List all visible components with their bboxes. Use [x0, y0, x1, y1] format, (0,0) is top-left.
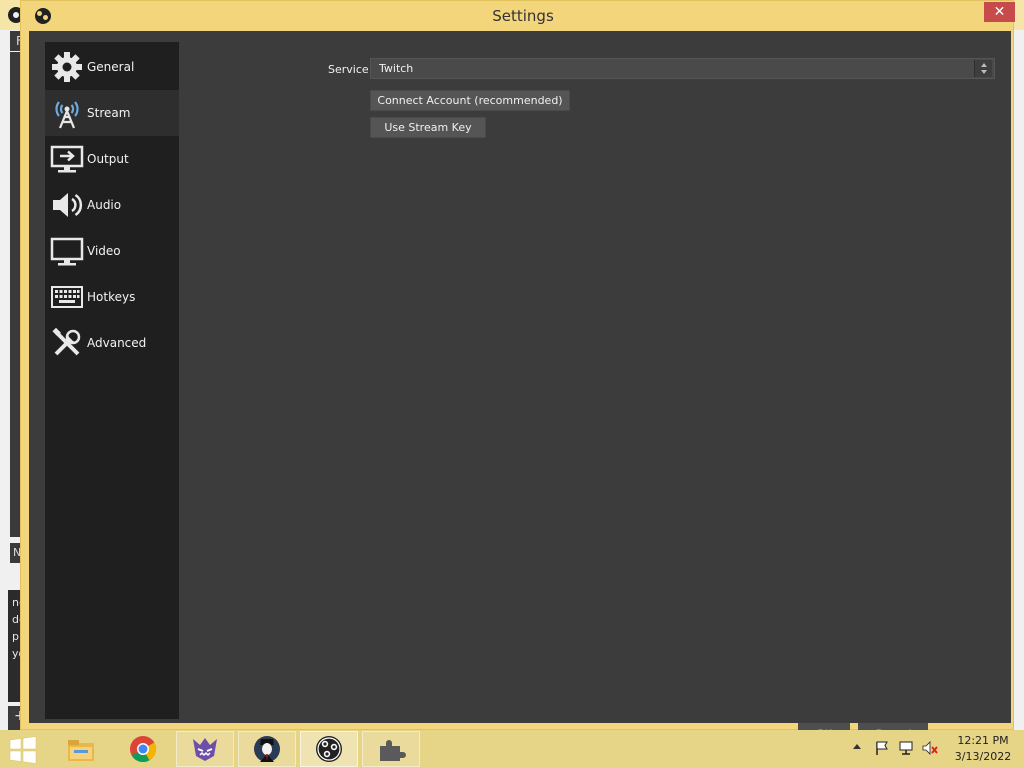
sidebar-item-label: Advanced — [87, 336, 147, 350]
speaker-icon — [47, 185, 87, 225]
purple-cat-app-icon[interactable] — [176, 731, 234, 767]
sidebar-item-stream[interactable]: Stream — [45, 90, 179, 136]
keyboard-icon — [47, 277, 87, 317]
sidebar-item-label: Audio — [87, 198, 122, 212]
service-select[interactable]: Twitch — [370, 58, 995, 79]
taskbar-clock[interactable]: 12:21 PM 3/13/2022 — [950, 733, 1016, 765]
clock-date: 3/13/2022 — [954, 750, 1012, 763]
dialog-title: Settings — [492, 7, 554, 25]
volume-muted-icon[interactable] — [922, 740, 938, 756]
sidebar-item-audio[interactable]: Audio — [45, 182, 179, 228]
dialog-body: General Stream Output Audio Video Hotkey… — [29, 31, 1011, 723]
chevron-updown-icon[interactable] — [974, 60, 992, 77]
close-button[interactable]: ✕ — [984, 2, 1015, 22]
monitor-icon — [47, 231, 87, 271]
clock-time: 12:21 PM — [957, 734, 1009, 747]
settings-dialog: Settings ✕ General Stream Output Audio V… — [20, 0, 1015, 730]
chrome-icon[interactable] — [114, 731, 172, 767]
service-label: Service — [328, 63, 369, 76]
settings-sidebar: General Stream Output Audio Video Hotkey… — [45, 42, 179, 719]
output-monitor-icon — [47, 139, 87, 179]
file-explorer-icon[interactable] — [52, 731, 110, 767]
tray-expand-icon[interactable] — [853, 744, 861, 749]
dialog-titlebar[interactable]: Settings ✕ — [21, 1, 1015, 31]
sidebar-item-hotkeys[interactable]: Hotkeys — [45, 274, 179, 320]
sidebar-item-label: Video — [87, 244, 121, 258]
gear-icon — [47, 47, 87, 87]
obs-icon[interactable] — [300, 731, 358, 767]
sidebar-item-output[interactable]: Output — [45, 136, 179, 182]
windows-start-icon[interactable] — [8, 736, 38, 764]
sidebar-item-label: Output — [87, 152, 129, 166]
connect-account-button[interactable]: Connect Account (recommended) — [370, 90, 570, 111]
broadcast-tower-icon — [47, 93, 87, 133]
anonymous-mask-icon[interactable] — [238, 731, 296, 767]
sidebar-item-advanced[interactable]: Advanced — [45, 320, 179, 366]
sidebar-item-label: Stream — [87, 106, 131, 120]
sidebar-item-label: General — [87, 60, 135, 74]
taskbar: 12:21 PM 3/13/2022 — [0, 730, 1024, 768]
background-right-edge — [1014, 30, 1024, 730]
sidebar-item-video[interactable]: Video — [45, 228, 179, 274]
service-select-value: Twitch — [379, 62, 414, 75]
tools-icon — [47, 323, 87, 363]
puzzle-app-icon[interactable] — [362, 731, 420, 767]
sidebar-item-general[interactable]: General — [45, 44, 179, 90]
use-stream-key-button[interactable]: Use Stream Key — [370, 117, 486, 138]
action-center-flag-icon[interactable] — [874, 740, 890, 756]
network-icon[interactable] — [898, 740, 914, 756]
sidebar-item-label: Hotkeys — [87, 290, 136, 304]
